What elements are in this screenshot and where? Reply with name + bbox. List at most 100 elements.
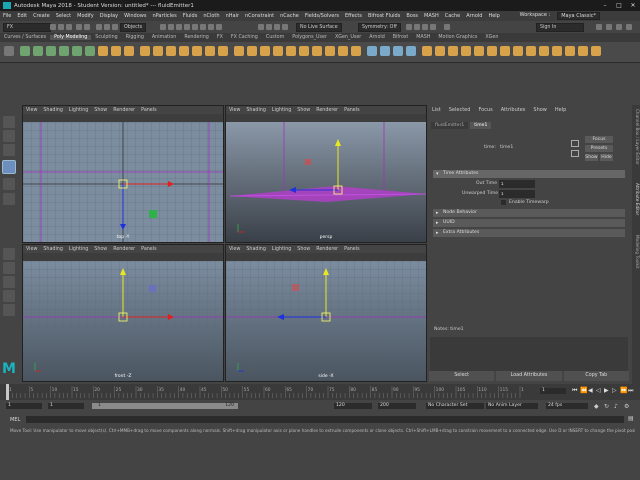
menu-boss[interactable]: Boss	[403, 13, 421, 19]
viewport-menu-panels[interactable]: Panels	[138, 108, 159, 113]
attr-tab-fluidemitter1[interactable]: fluidEmitter1	[431, 122, 469, 129]
poly-plane-icon[interactable]	[85, 46, 95, 56]
animation-end-field[interactable]: 200	[378, 403, 416, 409]
persp-outliner-layout-icon[interactable]	[3, 276, 15, 288]
select-by-deform-icon[interactable]	[192, 24, 198, 30]
close-button[interactable]: ✕	[626, 0, 640, 11]
render-icon[interactable]	[406, 24, 412, 30]
viewport-menu-lighting[interactable]: Lighting	[66, 247, 91, 252]
menu-help[interactable]: Help	[485, 13, 502, 19]
viewport-menu-show[interactable]: Show	[91, 247, 110, 252]
shelf-tab-curves-surfaces[interactable]: Curves / Surfaces	[0, 35, 50, 40]
menu-fluids[interactable]: Fluids	[180, 13, 201, 19]
minimize-button[interactable]: –	[598, 0, 612, 11]
focus-node-icon[interactable]	[571, 140, 579, 147]
fill-hole-icon[interactable]	[286, 46, 296, 56]
animation-preferences-icon[interactable]: ⚙	[624, 403, 629, 410]
section-extra-attributes[interactable]: ▸ Extra Attributes	[433, 229, 625, 237]
select-by-render-icon[interactable]	[208, 24, 214, 30]
viewport-menu-panels[interactable]: Panels	[138, 247, 159, 252]
select-mode-icon[interactable]	[96, 24, 102, 30]
node-name-value[interactable]: time1	[500, 145, 513, 150]
menu-nconstraint[interactable]: nConstraint	[242, 13, 277, 19]
four-view-layout-icon[interactable]	[3, 262, 15, 274]
paint-select-tool-icon[interactable]	[3, 144, 15, 156]
range-slider[interactable]: 1 120	[92, 403, 238, 409]
viewport-menu-shading[interactable]: Shading	[40, 108, 66, 113]
planar-uv-icon[interactable]	[367, 46, 377, 56]
smooth-icon[interactable]	[179, 46, 189, 56]
poly-cube-icon[interactable]	[33, 46, 43, 56]
viewport-menu-lighting[interactable]: Lighting	[269, 108, 294, 113]
mirror-icon[interactable]	[166, 46, 176, 56]
scale-tool-icon[interactable]	[3, 193, 15, 205]
viewport-menu-show[interactable]: Show	[91, 108, 110, 113]
snap-view-icon[interactable]	[282, 24, 288, 30]
hypergraph-icon[interactable]	[578, 46, 588, 56]
menu-arnold[interactable]: Arnold	[463, 13, 485, 19]
viewport-front[interactable]: View Shading Lighting Show Renderer Pane…	[22, 244, 224, 382]
select-by-surface-icon[interactable]	[184, 24, 190, 30]
viewport-menu-panels[interactable]: Panels	[341, 247, 362, 252]
step-back-frame-icon[interactable]: ◀	[588, 387, 593, 394]
presets-button[interactable]: Presets	[585, 145, 613, 152]
extrude-icon[interactable]	[234, 46, 244, 56]
shelf-tab-poly-modeling[interactable]: Poly Modeling	[50, 35, 92, 40]
menu-display[interactable]: Display	[97, 13, 121, 19]
cylindrical-uv-icon[interactable]	[380, 46, 390, 56]
separate-icon[interactable]	[153, 46, 163, 56]
sign-in-dropdown[interactable]: Sign In	[536, 23, 584, 32]
viewport-menu-shading[interactable]: Shading	[40, 247, 66, 252]
shelf-tab-xgen-user[interactable]: XGen_User	[331, 35, 365, 40]
shelf-tab-rigging[interactable]: Rigging	[122, 35, 148, 40]
cleanup-icon[interactable]	[513, 46, 523, 56]
outliner-icon[interactable]	[591, 46, 601, 56]
reduce-icon[interactable]	[500, 46, 510, 56]
shelf-tab-animation[interactable]: Animation	[148, 35, 180, 40]
multi-cut-icon[interactable]	[312, 46, 322, 56]
quad-draw-icon[interactable]	[351, 46, 361, 56]
shelf-tab-bifrost[interactable]: Bifrost	[389, 35, 413, 40]
select-tool-icon[interactable]	[3, 116, 15, 128]
snap-grid-icon[interactable]	[258, 24, 264, 30]
viewport-menu-shading[interactable]: Shading	[243, 108, 269, 113]
select-button[interactable]: Select	[429, 371, 495, 381]
go-to-end-icon[interactable]: ⏭	[628, 387, 633, 395]
viewport-toolbar[interactable]	[23, 114, 223, 122]
select-by-handle-icon[interactable]	[160, 24, 166, 30]
move-tool-icon[interactable]	[2, 160, 16, 174]
quadrangulate-icon[interactable]	[487, 46, 497, 56]
poly-torus-icon[interactable]	[72, 46, 82, 56]
live-surface-field[interactable]: No Live Surface	[296, 23, 342, 32]
menu-file[interactable]: File	[0, 13, 14, 19]
menu-select[interactable]: Select	[53, 13, 74, 19]
current-frame-field[interactable]: 1	[540, 388, 566, 394]
shelf-tab-motion-graphics[interactable]: Motion Graphics	[434, 35, 481, 40]
select-by-curve-icon[interactable]	[176, 24, 182, 30]
hypershade-icon[interactable]	[430, 24, 436, 30]
open-scene-icon[interactable]	[58, 24, 64, 30]
playback-end-field[interactable]: 120	[334, 403, 372, 409]
tool-settings-toggle-icon[interactable]	[616, 24, 622, 30]
menu-edit[interactable]: Edit	[14, 13, 30, 19]
triangulate-icon[interactable]	[474, 46, 484, 56]
shelf-menu-icon[interactable]	[4, 46, 14, 56]
make-hole-icon[interactable]	[299, 46, 309, 56]
select-by-misc-icon[interactable]	[216, 24, 222, 30]
bool-union-icon[interactable]	[192, 46, 202, 56]
step-forward-frame-icon[interactable]: ▷	[612, 387, 617, 394]
undo-icon[interactable]	[76, 24, 82, 30]
current-time-indicator[interactable]	[6, 384, 9, 400]
attr-tab-time1[interactable]: time1	[470, 122, 492, 129]
lasso-tool-icon[interactable]	[3, 130, 15, 142]
select-by-dynamic-icon[interactable]	[200, 24, 206, 30]
arnold-render-icon[interactable]	[444, 24, 450, 30]
attr-menu-selected[interactable]: Selected	[445, 107, 475, 113]
snap-curve-icon[interactable]	[266, 24, 272, 30]
go-to-start-icon[interactable]: ⏮	[572, 387, 577, 395]
viewport-persp[interactable]: View Shading Lighting Show Renderer Pane…	[225, 105, 427, 243]
step-forward-key-icon[interactable]: ⏩	[620, 387, 627, 394]
persp-graph-layout-icon[interactable]	[3, 290, 15, 302]
side-tab-modeling-toolkit[interactable]: Modeling Toolkit	[632, 235, 640, 269]
viewport-toolbar[interactable]	[226, 114, 426, 122]
